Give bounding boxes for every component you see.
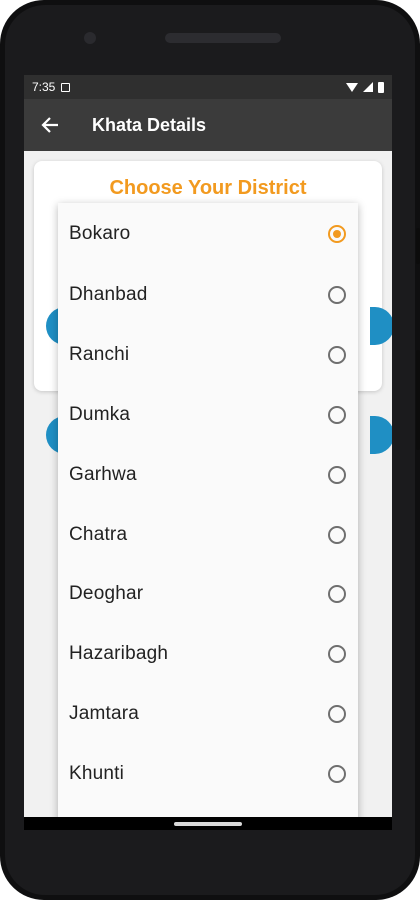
battery-icon (378, 81, 384, 93)
district-button-right[interactable] (370, 307, 392, 345)
list-item[interactable]: Dhanbad (58, 265, 358, 325)
option-label: Bokaro (69, 223, 131, 244)
option-label: Ranchi (69, 343, 130, 365)
back-arrow-glyph (41, 117, 58, 133)
second-button-right[interactable] (370, 416, 392, 454)
signal-icon (363, 82, 373, 92)
back-arrow-icon[interactable] (24, 99, 76, 151)
status-icons (346, 81, 384, 93)
radio-button[interactable] (328, 765, 346, 784)
list-item[interactable]: Bokaro (58, 203, 358, 265)
list-item[interactable]: Jamtara (58, 684, 358, 744)
radio-button[interactable] (328, 285, 346, 304)
list-item[interactable]: Hazaribagh (58, 624, 358, 684)
option-label: Jamtara (69, 703, 140, 725)
radio-button[interactable] (328, 705, 346, 724)
page-title: Khata Details (92, 114, 207, 135)
option-label: Deoghar (69, 583, 144, 605)
list-item[interactable]: Dumka (58, 385, 358, 445)
option-label: Hazaribagh (69, 643, 169, 665)
district-dropdown-list[interactable]: Bokaro Dhanbad Ranchi Dumka Garhwa Chatr… (58, 203, 358, 817)
radio-button[interactable] (328, 345, 346, 364)
phone-body: 7:35 Khata Details Choose Your District (0, 0, 420, 900)
front-camera (84, 32, 96, 44)
radio-button[interactable] (328, 225, 346, 243)
radio-button[interactable] (328, 405, 346, 424)
earpiece-speaker (165, 33, 281, 43)
list-item[interactable]: Garhwa (58, 445, 358, 505)
home-indicator[interactable] (174, 822, 242, 826)
screen: 7:35 Khata Details Choose Your District (24, 75, 392, 817)
volume-button (416, 350, 420, 450)
status-time: 7:35 (32, 80, 56, 94)
list-item[interactable]: Khunti (58, 744, 358, 804)
list-item[interactable]: Ranchi (58, 325, 358, 385)
list-item[interactable]: Deoghar (58, 564, 358, 624)
option-label: Garhwa (69, 463, 137, 485)
option-label: Dumka (69, 403, 131, 425)
list-item[interactable]: Chatra (58, 505, 358, 565)
card-title: Choose Your District (109, 177, 307, 199)
radio-button[interactable] (328, 525, 346, 544)
option-label: Chatra (69, 523, 128, 545)
option-label: Khunti (69, 763, 125, 785)
radio-button[interactable] (328, 585, 346, 604)
notification-icon (61, 82, 71, 92)
radio-button[interactable] (328, 465, 346, 484)
power-button (416, 228, 420, 264)
app-bar: Khata Details (24, 99, 392, 151)
radio-button[interactable] (328, 645, 346, 664)
wifi-icon (346, 82, 358, 92)
status-bar: 7:35 (24, 75, 392, 99)
option-label: Dhanbad (69, 283, 148, 305)
